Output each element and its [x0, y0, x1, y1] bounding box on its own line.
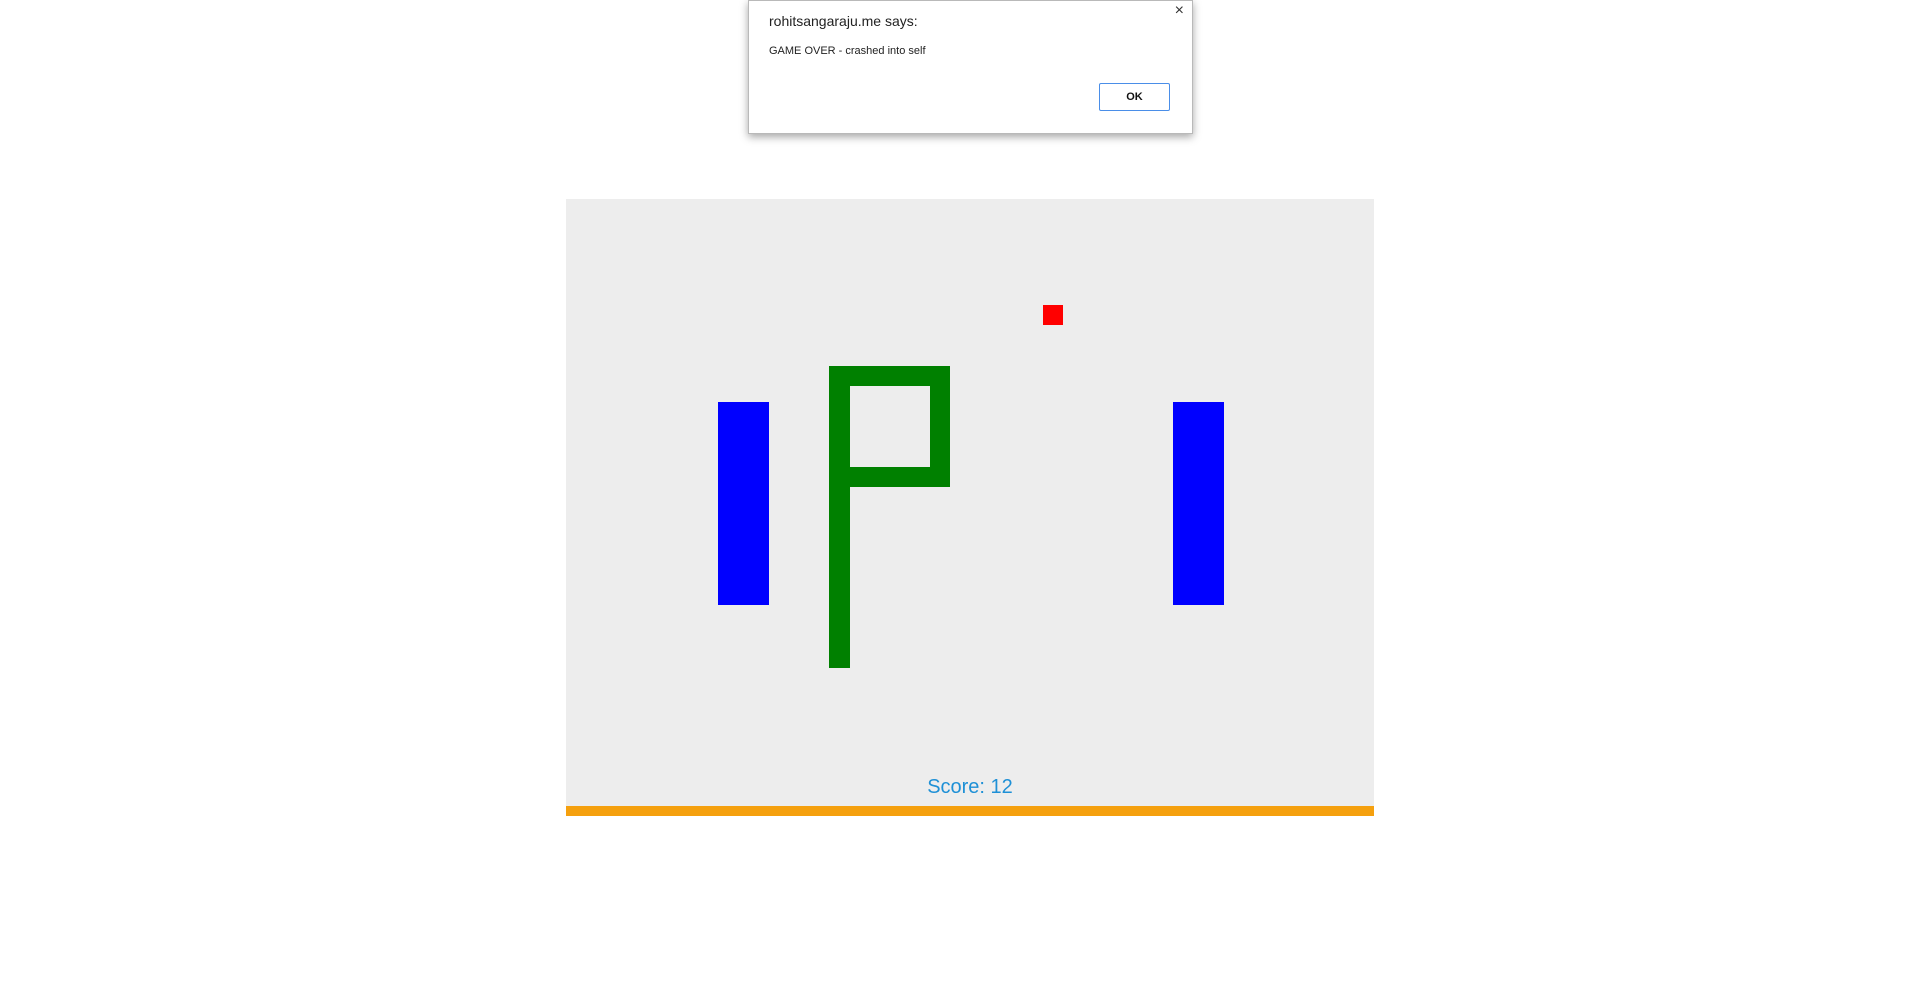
dialog-title: rohitsangaraju.me says: — [769, 13, 918, 29]
dialog-message: GAME OVER - crashed into self — [769, 45, 926, 57]
board-bottom-bar — [566, 806, 1374, 816]
left-wall — [718, 402, 769, 605]
alert-dialog: rohitsangaraju.me says: × GAME OVER - cr… — [748, 0, 1193, 134]
snake-segment-middle — [829, 467, 950, 487]
right-wall — [1173, 402, 1224, 605]
snake-segment-stem — [829, 366, 850, 668]
ok-button[interactable]: OK — [1099, 83, 1170, 111]
food-pellet — [1043, 305, 1063, 325]
close-icon[interactable]: × — [1175, 3, 1184, 19]
game-board: Score: 12 — [566, 199, 1374, 806]
score-label: Score: 12 — [927, 776, 1013, 798]
